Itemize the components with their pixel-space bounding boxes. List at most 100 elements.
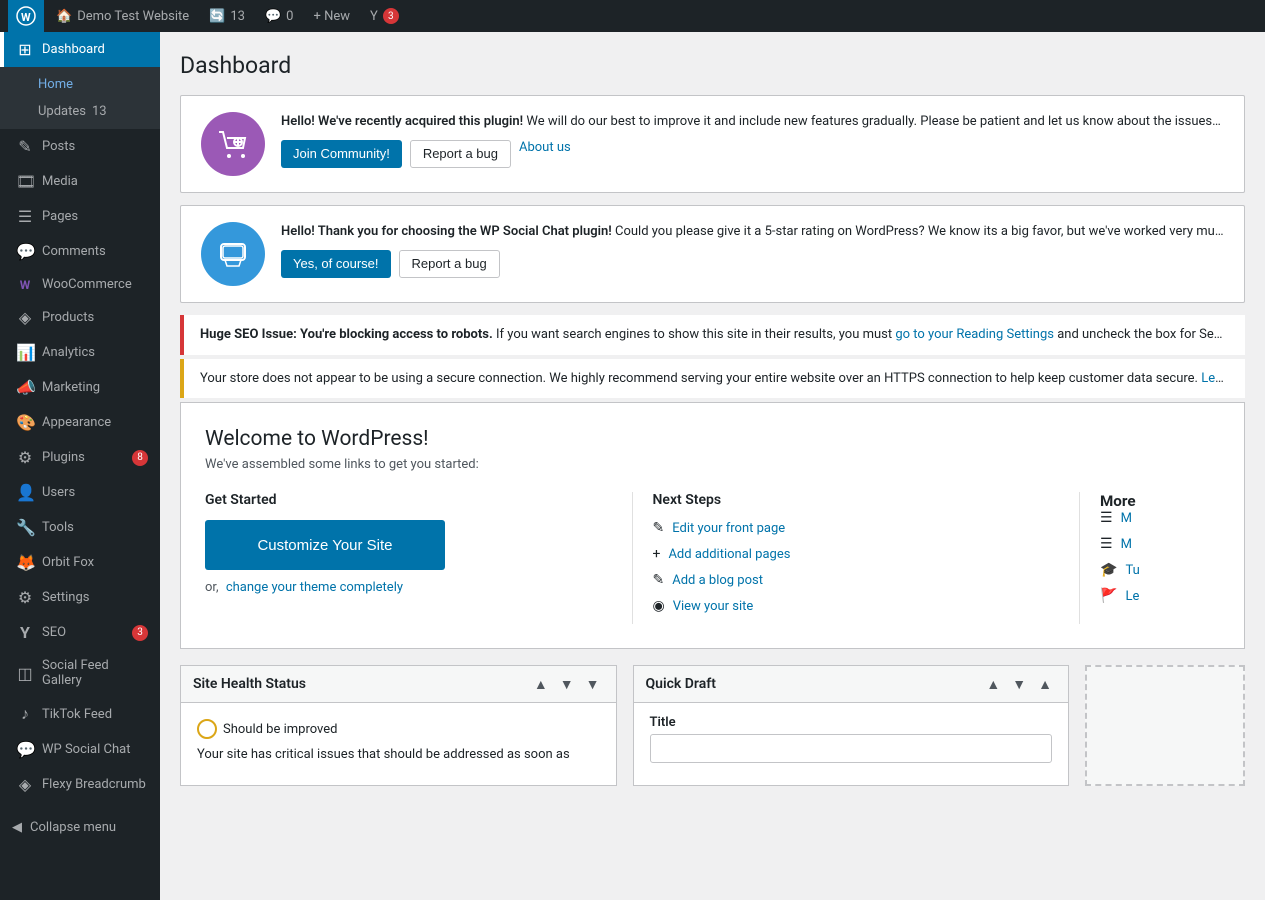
sidebar-item-social-feed[interactable]: ◫ Social Feed Gallery [0, 650, 160, 696]
site-health-description: Your site has critical issues that shoul… [197, 747, 600, 762]
site-health-down[interactable]: ▼ [556, 674, 578, 694]
notice-plugin-acquisition: Hello! We've recently acquired this plug… [180, 95, 1245, 193]
notice1-content: Hello! We've recently acquired this plug… [281, 112, 1224, 168]
https-warning-banner: Your store does not appear to be using a… [180, 359, 1245, 399]
placeholder-widget [1085, 665, 1245, 786]
quick-draft-title: Quick Draft [646, 676, 716, 692]
appearance-icon: 🎨 [16, 413, 34, 432]
wp-wrap: ⊞ Dashboard Home Updates 13 ✎ Posts 🎞 Me… [0, 0, 1265, 900]
quick-draft-expand[interactable]: ▲ [1034, 674, 1056, 694]
comments-menu-icon: 💬 [16, 242, 34, 261]
site-health-up[interactable]: ▲ [530, 674, 552, 694]
adminbar-comments[interactable]: 💬 0 [257, 0, 302, 32]
page-title: Dashboard [180, 52, 1245, 79]
sidebar-item-pages[interactable]: ☰ Pages [0, 199, 160, 234]
dashboard-widgets: Site Health Status ▲ ▼ ▼ Should be impro… [180, 665, 1245, 786]
next-step-view-site[interactable]: ◉ View your site [653, 598, 1060, 614]
sidebar-item-appearance[interactable]: 🎨 Appearance [0, 405, 160, 440]
notice-wp-social-chat: Hello! Thank you for choosing the WP Soc… [180, 205, 1245, 303]
quick-draft-header: Quick Draft ▲ ▼ ▲ [634, 666, 1069, 703]
plugins-icon: ⚙ [16, 448, 34, 467]
adminbar-home[interactable]: 🏠 Demo Test Website [48, 0, 197, 32]
quick-draft-body: Title [634, 703, 1069, 785]
site-health-close[interactable]: ▼ [582, 674, 604, 694]
notice1-actions: Join Community! Report a bug About us [281, 140, 1224, 168]
more-item-4[interactable]: 🚩 Le [1100, 588, 1220, 604]
sidebar-item-posts[interactable]: ✎ Posts [0, 129, 160, 164]
sidebar: ⊞ Dashboard Home Updates 13 ✎ Posts 🎞 Me… [0, 32, 160, 900]
site-health-status-label: Should be improved [197, 719, 600, 739]
more-icon-2: ☰ [1100, 536, 1113, 552]
adminbar-updates[interactable]: 🔄 13 [201, 0, 253, 32]
sidebar-item-updates[interactable]: Updates 13 [0, 98, 160, 125]
social-feed-icon: ◫ [16, 664, 34, 683]
sidebar-item-plugins[interactable]: ⚙ Plugins 8 [0, 440, 160, 475]
more-icon-3: 🎓 [1100, 562, 1117, 578]
seo-alert-text: Huge SEO Issue: You're blocking access t… [200, 325, 1229, 345]
about-us-link[interactable]: About us [519, 140, 571, 168]
title-input[interactable] [650, 734, 1053, 763]
dashboard-wrap: Dashboard Hello! We've recently acquired… [180, 52, 1245, 786]
posts-icon: ✎ [16, 137, 34, 156]
wp-logo[interactable]: W [8, 0, 44, 32]
next-steps-list: ✎ Edit your front page + Add additional … [653, 520, 1060, 614]
welcome-title: Welcome to WordPress! [205, 427, 1220, 451]
sidebar-item-orbit-fox[interactable]: 🦊 Orbit Fox [0, 545, 160, 580]
yoast-icon: Y [370, 9, 378, 24]
comments-icon: 💬 [265, 9, 281, 24]
title-label: Title [650, 715, 1053, 730]
notice1-text: Hello! We've recently acquired this plug… [281, 112, 1224, 132]
join-community-button[interactable]: Join Community! [281, 140, 402, 168]
more-item-2[interactable]: ☰ M [1100, 536, 1220, 552]
sidebar-item-media[interactable]: 🎞 Media [0, 164, 160, 199]
more-title: More [1100, 492, 1220, 510]
add-pages-icon: + [653, 546, 661, 562]
more-icon-4: 🚩 [1100, 588, 1117, 604]
report-bug-button-2[interactable]: Report a bug [399, 250, 500, 278]
wp-social-chat-icon: 💬 [16, 740, 34, 759]
main-content: Dashboard Hello! We've recently acquired… [160, 32, 1265, 900]
col-divider-2 [1079, 492, 1080, 624]
sidebar-item-home[interactable]: Home [0, 71, 160, 98]
sidebar-item-marketing[interactable]: 📣 Marketing [0, 370, 160, 405]
sidebar-item-users[interactable]: 👤 Users [0, 475, 160, 510]
sidebar-item-tiktok[interactable]: ♪ TikTok Feed [0, 696, 160, 732]
report-bug-button-1[interactable]: Report a bug [410, 140, 511, 168]
or-text: or, change your theme completely [205, 580, 612, 595]
sidebar-item-flexy[interactable]: ◈ Flexy Breadcrumb [0, 767, 160, 802]
woocommerce-icon: W [16, 278, 34, 292]
quick-draft-down[interactable]: ▼ [1008, 674, 1030, 694]
welcome-panel: Welcome to WordPress! We've assembled so… [180, 402, 1245, 649]
sidebar-item-wp-social-chat[interactable]: 💬 WP Social Chat [0, 732, 160, 767]
welcome-columns: Get Started Customize Your Site or, chan… [205, 492, 1220, 624]
next-step-add-pages[interactable]: + Add additional pages [653, 546, 1060, 562]
sidebar-item-products[interactable]: ◈ Products [0, 300, 160, 335]
seo-icon: Y [16, 623, 34, 642]
reading-settings-link[interactable]: go to your Reading Settings [895, 327, 1054, 342]
next-step-add-blog[interactable]: ✎ Add a blog post [653, 572, 1060, 588]
learn-more-link[interactable]: Learn m... [1201, 371, 1229, 386]
more-item-3[interactable]: 🎓 Tu [1100, 562, 1220, 578]
view-site-icon: ◉ [653, 598, 665, 614]
yes-of-course-button[interactable]: Yes, of course! [281, 250, 391, 278]
sidebar-item-analytics[interactable]: 📊 Analytics [0, 335, 160, 370]
sidebar-item-comments[interactable]: 💬 Comments [0, 234, 160, 269]
quick-draft-up[interactable]: ▲ [982, 674, 1004, 694]
adminbar-yoast[interactable]: Y 3 [362, 0, 407, 32]
next-step-edit-front[interactable]: ✎ Edit your front page [653, 520, 1060, 536]
next-steps-title: Next Steps [653, 492, 1060, 508]
products-icon: ◈ [16, 308, 34, 327]
sidebar-item-settings[interactable]: ⚙ Settings [0, 580, 160, 615]
adminbar-new[interactable]: + New [305, 0, 358, 32]
sidebar-item-woocommerce[interactable]: W WooCommerce [0, 269, 160, 300]
site-health-widget: Site Health Status ▲ ▼ ▼ Should be impro… [180, 665, 617, 786]
home-icon: 🏠 [56, 9, 72, 24]
flexy-icon: ◈ [16, 775, 34, 794]
sidebar-item-tools[interactable]: 🔧 Tools [0, 510, 160, 545]
sidebar-item-dashboard[interactable]: ⊞ Dashboard [0, 32, 160, 67]
change-theme-link[interactable]: change your theme completely [226, 580, 403, 595]
customize-site-button[interactable]: Customize Your Site [205, 520, 445, 570]
more-item-1[interactable]: ☰ M [1100, 510, 1220, 526]
sidebar-item-seo[interactable]: Y SEO 3 [0, 615, 160, 650]
collapse-menu-button[interactable]: ◀ Collapse menu [0, 812, 160, 843]
